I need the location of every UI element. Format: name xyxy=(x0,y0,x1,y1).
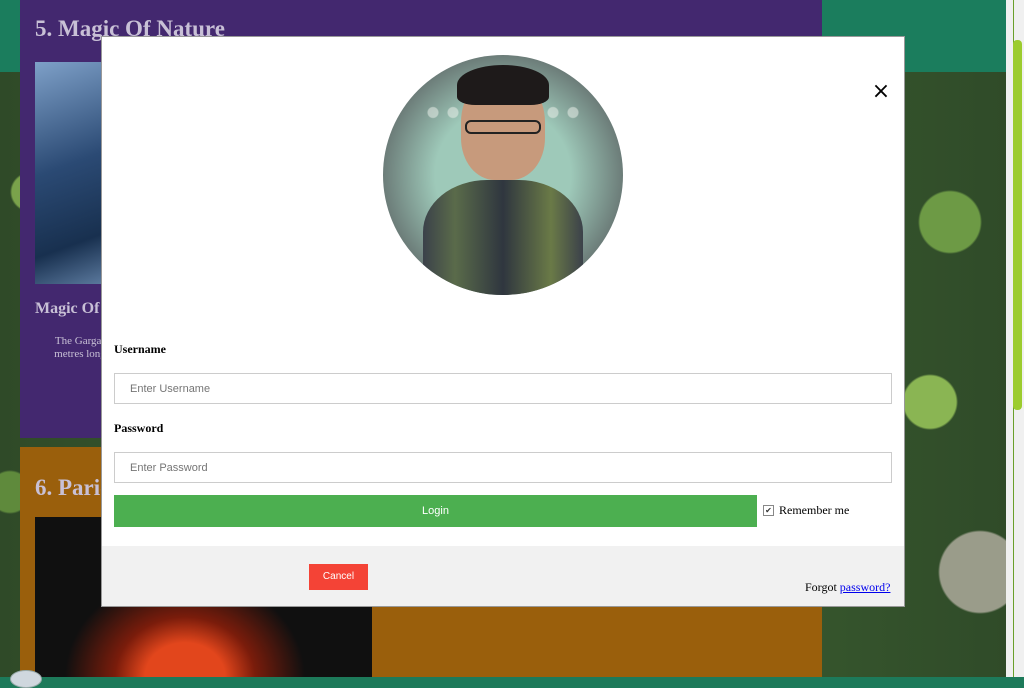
avatar xyxy=(383,55,623,295)
password-label: Password xyxy=(114,421,164,435)
login-button[interactable]: Login xyxy=(114,495,757,527)
section-title: 6. Paric xyxy=(35,475,111,500)
remember-label: Remember me xyxy=(779,503,850,517)
section-subtitle: Magic Of xyxy=(35,300,100,317)
forgot-text: Forgot xyxy=(805,580,837,594)
cancel-button[interactable]: Cancel xyxy=(309,564,368,590)
password-input[interactable] xyxy=(114,452,892,483)
remember-me[interactable]: ✔ Remember me xyxy=(763,503,849,518)
scrollbar-thumb[interactable] xyxy=(1013,40,1022,410)
close-icon[interactable]: × xyxy=(870,81,892,103)
modal-footer: Cancel Forgot password? xyxy=(102,546,904,606)
avatar-glasses xyxy=(465,120,541,134)
forgot-password: Forgot password? xyxy=(805,580,890,595)
avatar-shirt xyxy=(423,180,583,295)
username-input[interactable] xyxy=(114,373,892,404)
username-label: Username xyxy=(114,342,166,356)
login-modal: × Username Password Login ✔ Remember me … xyxy=(101,36,905,607)
avatar-hair xyxy=(457,65,549,105)
corner-widget[interactable] xyxy=(10,670,42,688)
checkmark-icon[interactable]: ✔ xyxy=(763,505,774,516)
forgot-password-link[interactable]: password? xyxy=(840,580,891,594)
